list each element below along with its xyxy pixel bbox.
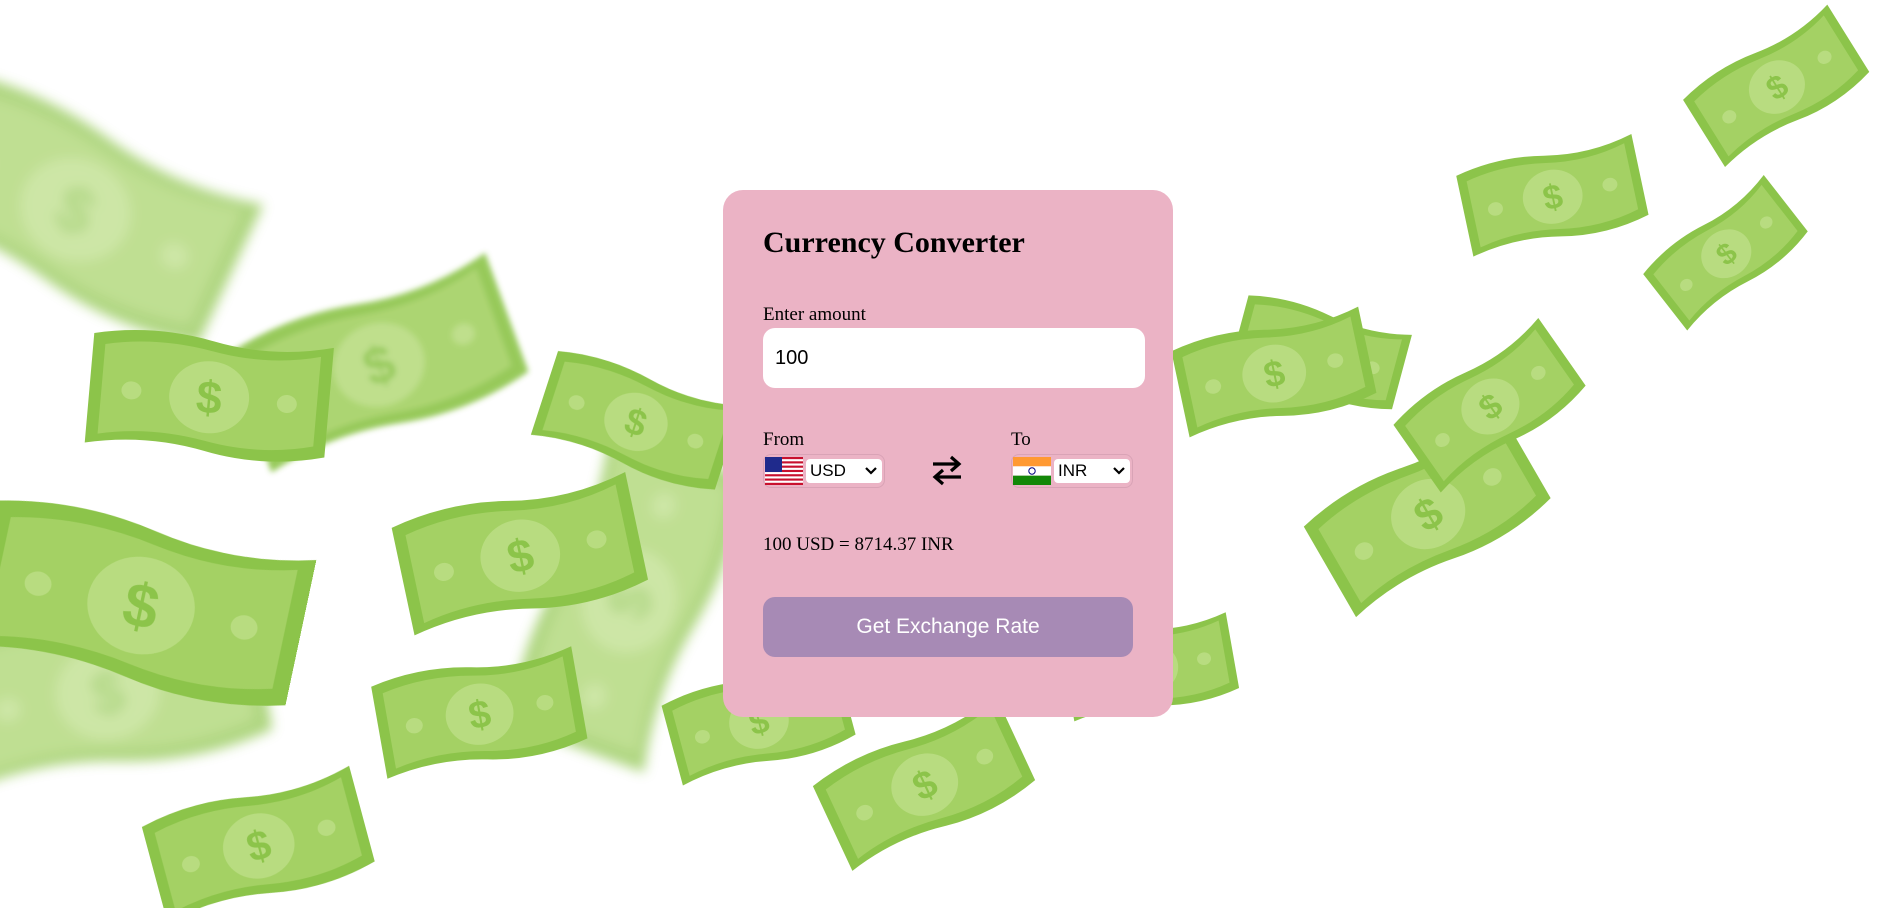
- swap-arrows-icon[interactable]: [929, 452, 965, 488]
- chevron-down-icon: [1113, 467, 1125, 475]
- converter-card: Currency Converter Enter amount From USD…: [723, 190, 1173, 717]
- from-currency-value: USD: [810, 461, 846, 480]
- india-flag-icon: [1013, 457, 1051, 485]
- to-label: To: [1011, 429, 1031, 450]
- get-exchange-rate-button[interactable]: Get Exchange Rate: [763, 597, 1133, 657]
- exchange-result: 100 USD = 8714.37 INR: [763, 534, 954, 555]
- to-currency-value: INR: [1058, 461, 1088, 480]
- from-label: From: [763, 429, 805, 450]
- from-currency-select[interactable]: USD: [763, 454, 885, 488]
- to-currency-select[interactable]: INR: [1011, 454, 1133, 488]
- us-flag-icon: [765, 457, 803, 485]
- chevron-down-icon: [865, 467, 877, 475]
- amount-label: Enter amount: [763, 304, 866, 325]
- page-title: Currency Converter: [763, 226, 1025, 259]
- amount-input[interactable]: [763, 328, 1145, 388]
